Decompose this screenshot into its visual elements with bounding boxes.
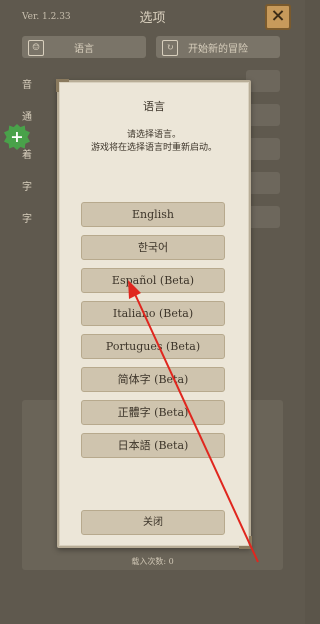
language-option-traditional-chinese[interactable]: 正體字 (Beta) bbox=[81, 400, 225, 425]
new-game-button-label: 开始新的冒险 bbox=[188, 43, 248, 55]
restart-icon: ↻ bbox=[162, 40, 178, 56]
close-options-button[interactable]: × bbox=[265, 4, 291, 30]
dialog-title: 语言 bbox=[143, 100, 165, 113]
language-button[interactable]: ☺ 语言 bbox=[22, 36, 146, 58]
setting-control-2[interactable] bbox=[246, 104, 280, 126]
setting-control-5[interactable] bbox=[246, 206, 280, 228]
language-option-korean[interactable]: 한국어 bbox=[81, 235, 225, 260]
language-option-english[interactable]: English bbox=[81, 202, 225, 227]
language-option-japanese[interactable]: 日本語 (Beta) bbox=[81, 433, 225, 458]
language-option-simplified-chinese[interactable]: 简体字 (Beta) bbox=[81, 367, 225, 392]
language-option-portuguese[interactable]: Portugues (Beta) bbox=[81, 334, 225, 359]
setting-row-label-3: 着 bbox=[22, 150, 32, 161]
setting-row-label-4: 字 bbox=[22, 182, 32, 193]
load-count-text: 载入次数: 0 bbox=[131, 557, 174, 566]
dialog-description-line-1: 请选择语言。 bbox=[126, 130, 181, 140]
setting-control-1[interactable] bbox=[246, 70, 280, 92]
dialog-description: 请选择语言。 游戏将在选择语言时重新启动。 bbox=[59, 129, 249, 155]
setting-row-label-5: 字 bbox=[22, 214, 32, 225]
setting-control-3[interactable] bbox=[246, 138, 280, 160]
setting-control-4[interactable] bbox=[246, 172, 280, 194]
language-list: English 한국어 Español (Beta) Italiano (Bet… bbox=[81, 202, 225, 466]
language-dialog: 语言 请选择语言。 游戏将在选择语言时重新启动。 English 한국어 Esp… bbox=[56, 79, 251, 548]
new-game-button[interactable]: ↻ 开始新的冒险 bbox=[156, 36, 280, 58]
page-title: 选项 bbox=[139, 11, 166, 26]
setting-row-label-1: 音 bbox=[22, 80, 32, 91]
dialog-close-button[interactable]: 关闭 bbox=[81, 510, 225, 535]
setting-row-label-2: 通 bbox=[22, 112, 32, 123]
dialog-description-line-2: 游戏将在选择语言时重新启动。 bbox=[90, 143, 217, 153]
language-option-spanish[interactable]: Español (Beta) bbox=[81, 268, 225, 293]
language-icon: ☺ bbox=[28, 40, 44, 56]
language-option-italian[interactable]: Italiano (Beta) bbox=[81, 301, 225, 326]
language-button-label: 语言 bbox=[74, 43, 94, 55]
